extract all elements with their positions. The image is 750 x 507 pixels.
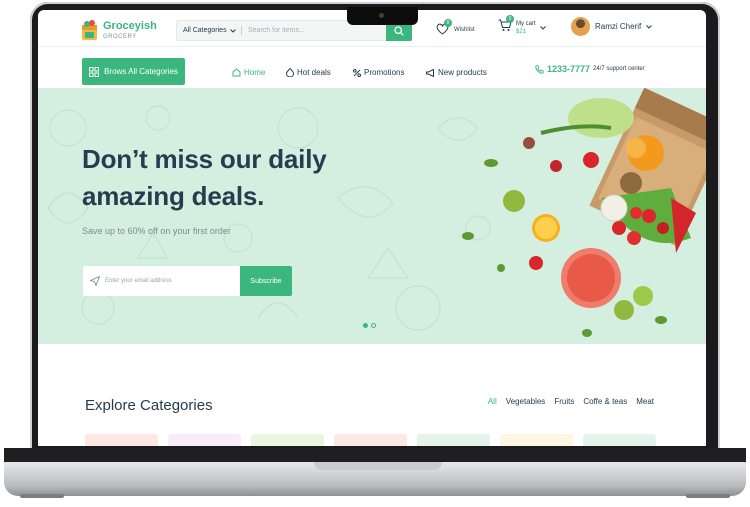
logo-subtitle: GROCERY — [103, 34, 137, 40]
browser-screen: Groceyish GROCERY All Categories Search … — [38, 10, 706, 446]
hero-title-line-2: amazing deals. — [82, 181, 265, 211]
phone-number: 1233-7777 — [547, 64, 591, 74]
user-name: Ramzi Cherif — [595, 22, 642, 31]
tab-meat[interactable]: Meat — [636, 397, 654, 406]
wishlist-count-badge: 0 — [444, 19, 452, 27]
search-input[interactable]: Search for items... — [242, 27, 386, 34]
cart-price: $21 — [516, 29, 527, 35]
hero-title: Don’t miss our daily amazing deals. — [82, 141, 352, 215]
subscribe-button[interactable]: Subscribe — [240, 266, 292, 296]
hero-banner: Don’t miss our daily amazing deals. Save… — [38, 88, 706, 344]
main-nav: Brows All Categories Home Hot deals Prom… — [38, 48, 706, 88]
nav-home[interactable]: Home — [232, 68, 265, 77]
category-card[interactable] — [417, 434, 490, 446]
shopping-bag-icon — [81, 20, 98, 41]
tab-vegetables[interactable]: Vegetables — [506, 397, 546, 406]
nav-home-label: Home — [244, 68, 266, 77]
wishlist-label: Wishlist — [454, 27, 475, 33]
chevron-down-icon — [229, 28, 236, 33]
browse-categories-button[interactable]: Brows All Categories — [82, 58, 185, 85]
chevron-down-icon — [539, 26, 546, 30]
search-icon — [394, 25, 404, 36]
tab-all[interactable]: All — [488, 397, 497, 406]
nav-hot-deals[interactable]: Hot deals — [286, 68, 331, 77]
category-card[interactable] — [583, 434, 656, 446]
tab-fruits[interactable]: Fruits — [554, 397, 574, 406]
tab-coffee-teas[interactable]: Coffe & teas — [583, 397, 627, 406]
email-input[interactable]: Enter your email address — [105, 278, 240, 284]
home-icon — [232, 68, 241, 77]
percent-icon — [353, 68, 361, 77]
section-title: Explore Categories — [85, 397, 213, 414]
flame-icon — [286, 68, 294, 77]
cart-count-badge: 0 — [506, 15, 514, 23]
category-select-label: All Categories — [183, 27, 227, 34]
category-tabs: All Vegetables Fruits Coffe & teas Meat — [488, 397, 654, 406]
slider-dots — [363, 323, 376, 328]
newsletter-form: Enter your email address Subscribe — [83, 266, 292, 296]
hero-subtitle: Save up to 60% off on your first order — [82, 226, 231, 236]
nav-promotions[interactable]: Promotions — [353, 68, 404, 77]
hero-title-line-1: Don’t miss our daily — [82, 144, 327, 174]
nav-new-products[interactable]: New products — [426, 68, 487, 77]
cart-label: My cart — [516, 20, 536, 27]
category-card[interactable] — [85, 434, 158, 446]
category-cards — [85, 434, 656, 446]
grid-icon — [89, 66, 100, 77]
wishlist-link[interactable]: 0 Wishlist — [436, 19, 475, 37]
slider-dot-active[interactable] — [363, 323, 368, 328]
category-select[interactable]: All Categories — [177, 27, 241, 34]
camera-icon — [379, 13, 384, 18]
nav-hot-deals-label: Hot deals — [297, 68, 331, 77]
cart-link[interactable]: 0 My cart $21 — [498, 15, 546, 37]
laptop-frame: Groceyish GROCERY All Categories Search … — [0, 0, 750, 507]
category-card[interactable] — [251, 434, 324, 446]
logo[interactable]: Groceyish GROCERY — [81, 20, 157, 41]
send-icon — [90, 276, 100, 286]
browse-categories-label: Brows All Categories — [104, 67, 178, 76]
chevron-down-icon — [646, 24, 653, 29]
category-card[interactable] — [500, 434, 573, 446]
laptop-base — [4, 462, 746, 496]
nav-promotions-label: Promotions — [364, 68, 405, 77]
avatar — [571, 17, 590, 36]
phone-icon — [535, 64, 544, 74]
category-card[interactable] — [168, 434, 241, 446]
category-card[interactable] — [334, 434, 407, 446]
laptop-foot — [686, 494, 730, 498]
user-menu[interactable]: Ramzi Cherif — [571, 17, 653, 36]
logo-name: Groceyish — [103, 20, 157, 32]
nav-new-products-label: New products — [438, 68, 487, 77]
laptop-foot — [20, 494, 64, 498]
slider-dot[interactable] — [371, 323, 376, 328]
camera-notch — [347, 7, 418, 25]
megaphone-icon — [426, 68, 434, 77]
support-phone[interactable]: 1233-7777 24/7 support center — [535, 64, 645, 74]
support-label: 24/7 support center — [593, 66, 645, 72]
grocery-bag-image — [462, 88, 706, 337]
